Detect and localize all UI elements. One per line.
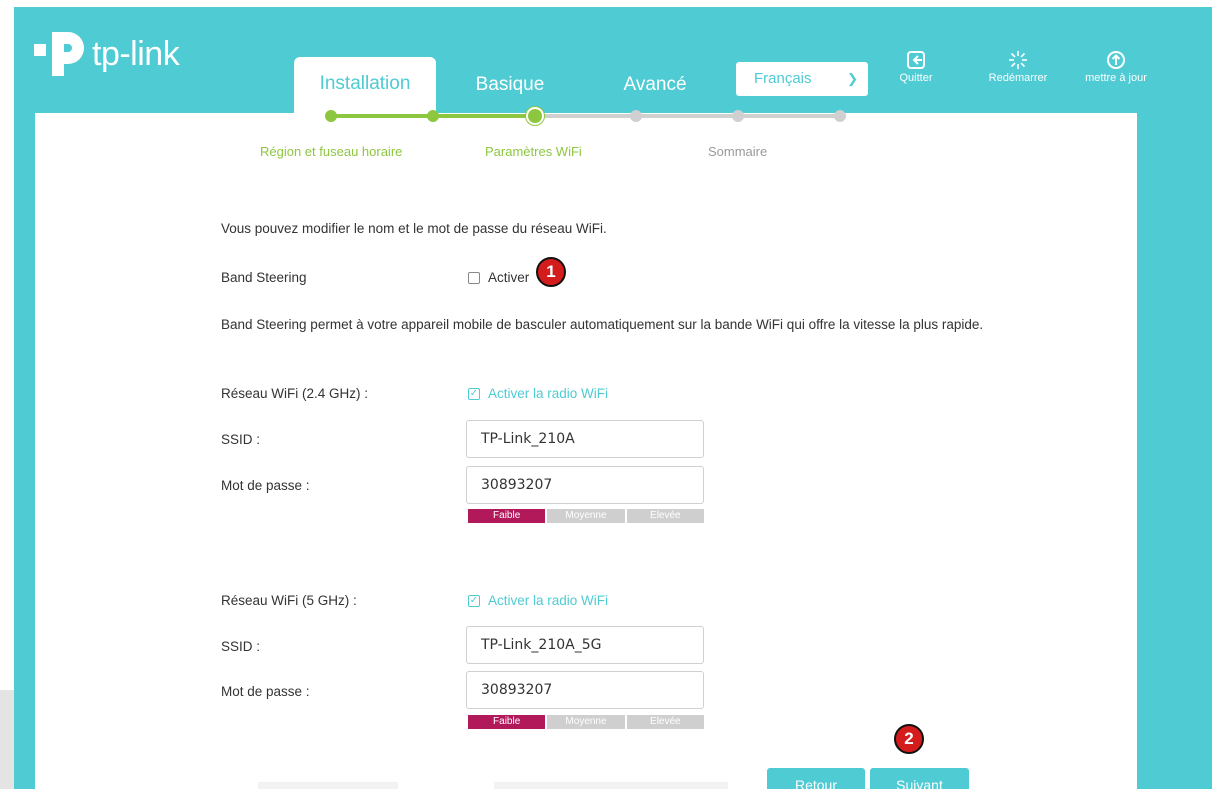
quit-label: Quitter	[899, 72, 933, 84]
strength-medium: Moyenne	[547, 509, 625, 523]
restart-icon	[1009, 51, 1027, 69]
password-5-label: Mot de passe :	[221, 684, 310, 699]
strength-medium: Moyenne	[547, 715, 625, 729]
restart-button[interactable]: Redémarrer	[976, 50, 1060, 84]
exit-icon	[907, 51, 925, 69]
tab-avance[interactable]: Avancé	[610, 58, 700, 108]
tp-link-logo: tp-link	[32, 28, 180, 80]
annotation-marker-2: 2	[894, 724, 924, 754]
ssid-5-input[interactable]: TP-Link_210A_5G	[466, 626, 704, 664]
network-5-title: Réseau WiFi (5 GHz) :	[221, 593, 357, 608]
band-steering-checkbox[interactable]	[468, 272, 480, 284]
strength-weak: Faible	[468, 715, 546, 729]
radio-24-label[interactable]: Activer la radio WiFi	[488, 386, 608, 401]
step-region: Région et fuseau horaire	[260, 144, 403, 159]
step-dot-current	[528, 109, 542, 123]
language-selected: Français	[754, 70, 812, 87]
progress-pending	[535, 114, 840, 118]
password-5-strength: Faible Moyenne Elevée	[468, 715, 704, 729]
password-24-strength: Faible Moyenne Elevée	[468, 509, 704, 523]
tab-label: Basique	[475, 74, 545, 95]
tab-label: Avancé	[623, 74, 687, 95]
step-dot	[630, 110, 642, 122]
back-button[interactable]: Retour	[767, 768, 865, 789]
ssid-24-label: SSID :	[221, 432, 261, 447]
edge-strip	[0, 690, 14, 789]
radio-24-checkbox[interactable]: ✓	[468, 388, 480, 400]
restart-label: Redémarrer	[988, 72, 1048, 84]
strength-high: Elevée	[626, 509, 704, 523]
band-steering-label: Band Steering	[221, 270, 307, 285]
password-24-label: Mot de passe :	[221, 478, 310, 493]
browser-viewport: tp-link Installation rapide Basique Avan…	[0, 0, 1216, 789]
brand-name: tp-link	[92, 34, 180, 73]
password-5-input[interactable]: 30893207	[466, 671, 704, 709]
step-dot	[325, 110, 337, 122]
next-button[interactable]: Suivant	[870, 768, 969, 789]
tab-basique[interactable]: Basique	[462, 58, 558, 108]
update-icon	[1107, 51, 1125, 69]
language-select[interactable]: Français ❯	[736, 62, 868, 96]
step-summary: Sommaire	[708, 144, 768, 159]
password-24-input[interactable]: 30893207	[466, 466, 704, 504]
hidden-element	[494, 782, 728, 789]
network-24-title: Réseau WiFi (2.4 GHz) :	[221, 386, 369, 401]
radio-5-label[interactable]: Activer la radio WiFi	[488, 593, 608, 608]
tp-link-logo-icon	[34, 32, 84, 76]
ssid-5-label: SSID :	[221, 639, 261, 654]
strength-high: Elevée	[626, 715, 704, 729]
band-steering-checkbox-label[interactable]: Activer	[488, 270, 529, 285]
tab-installation-rapide[interactable]: Installation rapide	[294, 57, 436, 148]
ssid-24-input[interactable]: TP-Link_210A	[466, 420, 704, 458]
update-button[interactable]: mettre à jour	[1074, 50, 1158, 84]
intro-text: Vous pouvez modifier le nom et le mot de…	[221, 221, 607, 236]
strength-weak: Faible	[468, 509, 546, 523]
band-steering-description: Band Steering permet à votre appareil mo…	[221, 317, 984, 332]
step-dot	[834, 110, 846, 122]
chevron-down-icon: ❯	[847, 71, 858, 86]
radio-5-checkbox[interactable]: ✓	[468, 595, 480, 607]
hidden-element	[258, 782, 398, 789]
annotation-marker-1: 1	[536, 257, 566, 287]
quit-button[interactable]: Quitter	[874, 50, 958, 84]
update-label: mettre à jour	[1085, 72, 1147, 84]
step-dot	[732, 110, 744, 122]
step-dot	[427, 110, 439, 122]
step-wifi: Paramètres WiFi	[485, 144, 582, 159]
